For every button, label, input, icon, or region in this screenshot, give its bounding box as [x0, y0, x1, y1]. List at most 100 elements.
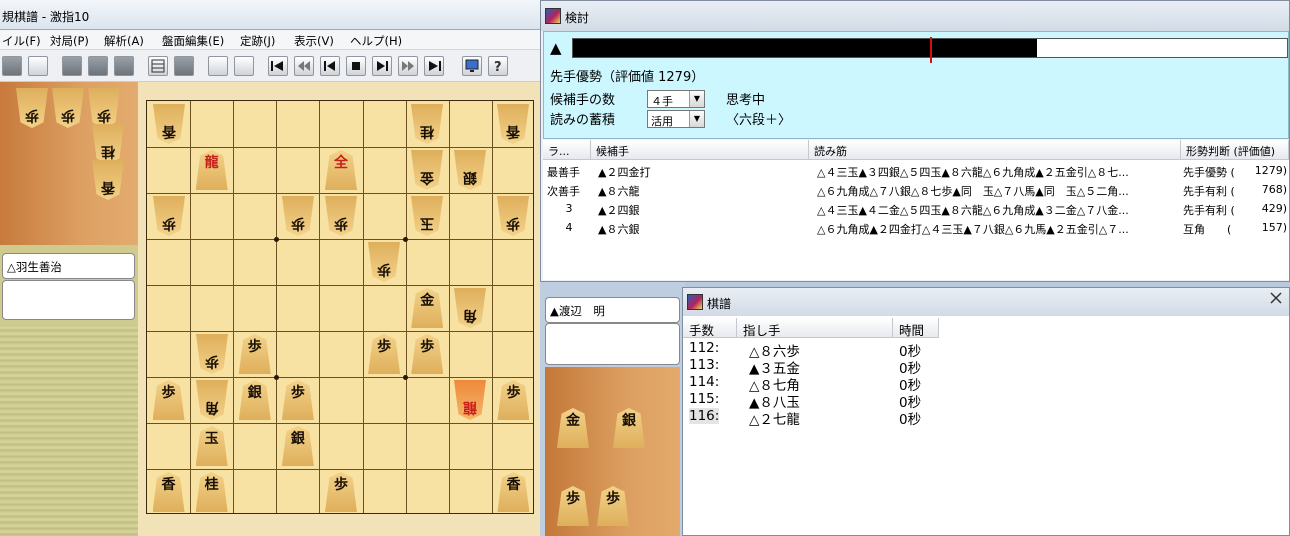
board-piece-gote[interactable]: 金 — [411, 150, 443, 190]
toolbar-last-button[interactable] — [424, 56, 444, 76]
shogi-app-icon — [545, 8, 561, 24]
toolbar-open-button[interactable] — [28, 56, 48, 76]
toolbar-back-button[interactable] — [320, 56, 340, 76]
board-piece-gote[interactable]: 歩 — [325, 196, 357, 236]
board-piece-sente[interactable]: 歩 — [238, 334, 271, 374]
toolbar-copy-button[interactable] — [114, 56, 134, 76]
toolbar-forward-many-button[interactable] — [398, 56, 418, 76]
accumulate-select[interactable]: 活用 ▼ — [647, 110, 705, 128]
board-piece-gote[interactable]: 歩 — [196, 334, 228, 374]
gote-hand-piece[interactable]: 歩 — [16, 88, 48, 128]
toolbar-new-button[interactable] — [2, 56, 22, 76]
gote-hand-piece[interactable]: 香 — [92, 160, 124, 200]
candidates-select[interactable]: ４手 ▼ — [647, 90, 705, 108]
toolbar-flip-button[interactable] — [174, 56, 194, 76]
candidate-judgement: 先手有利 ( — [1183, 185, 1235, 198]
board-piece-sente[interactable]: 玉 — [195, 426, 228, 466]
kifu-row[interactable]: 116: △２七龍 0秒 — [683, 408, 1289, 428]
toolbar-stop-button[interactable] — [346, 56, 366, 76]
board-piece-gote[interactable]: 角 — [454, 288, 486, 328]
board-piece-sente[interactable]: 歩 — [152, 380, 185, 420]
toolbar-back-many-button[interactable] — [294, 56, 314, 76]
monitor-icon — [465, 59, 479, 72]
board-piece-sente[interactable]: 銀 — [238, 380, 271, 420]
board-piece-sente[interactable]: 歩 — [281, 380, 314, 420]
board-piece-sente[interactable]: 銀 — [281, 426, 314, 466]
board-grid-line — [147, 423, 533, 424]
gote-hand-piece[interactable]: 桂 — [92, 124, 124, 164]
board-piece-sente[interactable]: 香 — [152, 472, 185, 512]
candidate-row[interactable]: 次善手 ▲８六龍 △６九角成△７八銀△８七歩▲同 玉△７八馬▲同 玉△５二角... 先… — [543, 180, 1289, 199]
board-piece-sente[interactable]: 全 — [325, 150, 357, 190]
kifu-move-number: 116: — [689, 408, 720, 424]
candidate-row[interactable]: 4 ▲８六銀 △６九角成▲２四金打△４三玉▲７八銀△６九馬▲２五金引△７... 互角 … — [543, 218, 1289, 237]
column-move-text[interactable]: 指し手 — [737, 318, 893, 338]
menu-analysis[interactable]: 解析(A) — [104, 33, 144, 49]
sente-hand-piece[interactable]: 歩 — [557, 486, 589, 526]
board-piece-sente[interactable]: 歩 — [497, 380, 530, 420]
board-piece-sente[interactable]: 歩 — [325, 472, 357, 512]
board-piece-gote[interactable]: 歩 — [368, 242, 400, 282]
toolbar-board-button[interactable] — [148, 56, 168, 76]
board-piece-gote[interactable]: 角 — [196, 380, 228, 420]
column-rank[interactable]: ラ... — [543, 140, 591, 160]
menu-file[interactable]: イル(F) — [2, 33, 41, 49]
candidate-row[interactable]: 最善手 ▲２四金打 △４三玉▲３四銀△５四玉▲８六龍△６九角成▲２五金引△８七...… — [543, 161, 1289, 180]
gote-hand-piece[interactable]: 歩 — [88, 88, 120, 128]
kifu-row[interactable]: 115: ▲８八玉 0秒 — [683, 391, 1289, 411]
eval-bar-center-marker — [930, 37, 932, 63]
board-star-point — [403, 236, 409, 242]
eval-status-text: 先手優勢（評価値 1279） — [550, 70, 705, 85]
menu-game[interactable]: 対局(P) — [50, 33, 89, 49]
engine-level: 〈六段＋〉 — [726, 113, 792, 128]
board-piece-gote[interactable]: 玉 — [411, 196, 443, 236]
board-piece-sente[interactable]: 金 — [411, 288, 444, 328]
eval-side-indicator: ▲ — [550, 39, 562, 57]
sente-hand-piece[interactable]: 歩 — [597, 486, 629, 526]
board-piece-gote[interactable]: 歩 — [282, 196, 314, 236]
column-time[interactable]: 時間 — [893, 318, 939, 338]
candidate-row[interactable]: 3 ▲２四銀 △４三玉▲４二金△５四玉▲８六龍△６九角成▲３二金△７八金... 先手有… — [543, 199, 1289, 218]
column-move-number[interactable]: 手数 — [683, 318, 737, 338]
toolbar-save-button[interactable] — [62, 56, 82, 76]
board-piece-gote[interactable]: 銀 — [454, 150, 486, 190]
gote-player-info — [2, 280, 135, 320]
toolbar-forward-button[interactable] — [372, 56, 392, 76]
candidate-move: ▲２四銀 — [598, 204, 640, 217]
sente-hand-piece[interactable]: 銀 — [613, 408, 645, 448]
menu-view[interactable]: 表示(V) — [294, 33, 334, 49]
chevron-down-icon: ▼ — [689, 91, 704, 107]
kifu-row[interactable]: 114: △８七角 0秒 — [683, 374, 1289, 394]
candidates-select-value: ４手 — [651, 95, 673, 108]
toolbar-undo-button[interactable] — [208, 56, 228, 76]
candidate-move: ▲８六銀 — [598, 223, 640, 236]
board-grid-line — [233, 101, 235, 513]
menu-board-edit[interactable]: 盤面編集(E) — [162, 33, 224, 49]
board-piece-sente[interactable]: 歩 — [411, 334, 444, 374]
sente-hand-piece[interactable]: 金 — [557, 408, 589, 448]
eval-bar — [572, 37, 1288, 63]
menu-joseki[interactable]: 定跡(J) — [240, 33, 275, 49]
candidate-pv: △６九角成△７八銀△８七歩▲同 玉△７八馬▲同 玉△５二角... — [817, 185, 1129, 198]
board-piece-sente[interactable]: 桂 — [195, 472, 228, 512]
toolbar-help-button[interactable]: ? — [488, 56, 508, 76]
board-piece-gote[interactable]: 龍 — [454, 380, 486, 420]
toolbar-print-button[interactable] — [88, 56, 108, 76]
chevron-down-icon: ▼ — [689, 111, 704, 127]
toolbar-redo-button[interactable] — [234, 56, 254, 76]
board-piece-sente[interactable]: 香 — [497, 472, 530, 512]
board-piece-sente[interactable]: 歩 — [368, 334, 401, 374]
kifu-window-title: 棋譜 — [707, 297, 732, 311]
column-pv[interactable]: 読み筋 — [809, 140, 1181, 160]
board-piece-sente[interactable]: 龍 — [195, 150, 228, 190]
menu-help[interactable]: ヘルプ(H) — [350, 33, 402, 49]
kifu-row[interactable]: 113: ▲３五金 0秒 — [683, 357, 1289, 377]
kifu-row[interactable]: 112: △８六歩 0秒 — [683, 340, 1289, 360]
toolbar-first-button[interactable] — [268, 56, 288, 76]
gote-hand-piece[interactable]: 歩 — [52, 88, 84, 128]
board-piece-gote[interactable]: 桂 — [411, 104, 443, 144]
column-judgement[interactable]: 形勢判断 (評価値) — [1181, 140, 1289, 160]
column-move[interactable]: 候補手 — [591, 140, 809, 160]
toolbar-monitor-button[interactable] — [462, 56, 482, 76]
close-icon[interactable] — [1267, 291, 1285, 305]
